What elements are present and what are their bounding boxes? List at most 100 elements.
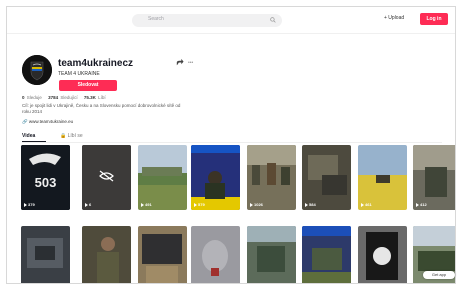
view-count: 1024 <box>416 283 429 284</box>
video-thumbnail: 503 <box>21 145 70 210</box>
view-count-value: 1026 <box>254 202 263 207</box>
profile-username: team4ukrainecz <box>58 58 134 69</box>
video-tile[interactable]: 461 <box>358 145 407 210</box>
hidden-video-icon <box>82 145 131 210</box>
login-button[interactable]: Log in <box>420 13 448 25</box>
follow-button[interactable]: Sledovat <box>59 80 117 91</box>
video-thumbnail <box>21 226 70 283</box>
search-icon[interactable] <box>270 17 276 23</box>
profile-stats: 0 Sleduje 3784 Sledující 75.3K Líbí <box>22 95 111 100</box>
video-thumbnail <box>302 145 351 210</box>
svg-text:503: 503 <box>35 175 57 190</box>
view-count-value: 6 <box>89 202 92 207</box>
view-count: 461 <box>361 202 372 207</box>
play-icon <box>194 202 197 207</box>
avatar <box>22 55 52 85</box>
video-tile[interactable]: 1031 <box>21 226 70 284</box>
top-bar: Search + Upload Log in <box>7 7 455 34</box>
profile-link[interactable]: 🔗 www.team4ukraine.eu <box>22 119 73 125</box>
view-count: 579 <box>194 202 205 207</box>
video-tile[interactable]: 503 379 <box>21 145 70 210</box>
video-thumbnail <box>413 145 455 210</box>
video-thumbnail <box>191 226 240 283</box>
view-count: 584 <box>305 202 316 207</box>
video-tile[interactable]: 579 <box>191 145 240 210</box>
view-count: 1026 <box>305 283 318 284</box>
following-count: 0 <box>22 95 25 100</box>
tab-liked-label: Líbí se <box>67 133 83 139</box>
video-tile[interactable]: 512 <box>191 226 240 284</box>
get-app-button[interactable]: Get app <box>423 271 455 279</box>
view-count: 1098 <box>250 283 263 284</box>
video-thumbnail <box>358 145 407 210</box>
view-count-value: 1026 <box>309 283 318 284</box>
browser-frame: Search + Upload Log in team4ukrainecz ••… <box>6 6 456 284</box>
view-count-value: 379 <box>28 202 35 207</box>
video-thumbnail <box>138 226 187 283</box>
view-count: 412 <box>416 202 427 207</box>
video-tile[interactable]: 1026 <box>302 226 351 284</box>
view-count: 993 <box>85 283 96 284</box>
view-count: 379 <box>24 202 35 207</box>
video-thumbnail <box>191 145 240 210</box>
lock-icon: 🔒 <box>60 133 68 139</box>
view-count: 491 <box>141 202 152 207</box>
view-count-value: 1098 <box>254 283 263 284</box>
view-count-value: 491 <box>145 202 152 207</box>
video-thumbnail <box>138 145 187 210</box>
tab-liked[interactable]: 🔒 Líbí se <box>60 133 100 139</box>
video-tile[interactable]: 1001 <box>358 226 407 284</box>
video-tile[interactable]: 584 <box>302 145 351 210</box>
video-tile[interactable]: 6 <box>82 145 131 210</box>
video-tile[interactable]: 682 <box>138 226 187 284</box>
play-icon <box>305 202 308 207</box>
upload-button[interactable]: + Upload <box>384 15 404 21</box>
search-input[interactable]: Search <box>132 14 282 27</box>
team4ukraine-logo <box>22 55 52 85</box>
more-options-icon[interactable]: ••• <box>188 60 193 66</box>
profile-bio: Cíl: je spojit lidi v Ukrajině, Česku a … <box>22 103 181 114</box>
profile-link-text[interactable]: www.team4ukraine.eu <box>29 119 73 124</box>
likes-count: 75.3K <box>83 95 96 100</box>
play-icon <box>361 202 364 207</box>
play-icon <box>416 202 419 207</box>
view-count-value: 1031 <box>28 283 37 284</box>
profile-subtitle: TEAM 4 UKRAINE <box>58 71 100 77</box>
view-count-value: 1024 <box>420 283 429 284</box>
view-count-value: 584 <box>309 202 316 207</box>
view-count-value: 1001 <box>365 283 374 284</box>
followers-count: 3784 <box>48 95 59 100</box>
tab-divider <box>22 142 442 143</box>
share-icon[interactable] <box>175 58 184 67</box>
following-label[interactable]: Sleduje <box>27 95 42 100</box>
video-tile[interactable]: 491 <box>138 145 187 210</box>
view-count: 6 <box>85 202 91 207</box>
video-thumbnail <box>247 226 296 283</box>
video-thumbnail <box>358 226 407 283</box>
play-icon <box>141 202 144 207</box>
video-tile[interactable]: 993 <box>82 226 131 284</box>
view-count: 1001 <box>361 283 374 284</box>
view-count: 512 <box>194 283 205 284</box>
followers-label[interactable]: Sledující <box>60 95 77 100</box>
play-icon <box>85 202 88 207</box>
view-count: 1031 <box>24 283 37 284</box>
view-count: 682 <box>141 283 152 284</box>
view-count-value: 412 <box>420 202 427 207</box>
search-placeholder: Search <box>148 16 164 22</box>
view-count: 1026 <box>250 202 263 207</box>
video-thumbnail <box>247 145 296 210</box>
view-count-value: 682 <box>145 283 152 284</box>
video-tile[interactable]: 1098 <box>247 226 296 284</box>
video-tile[interactable]: 1026 <box>247 145 296 210</box>
view-count-value: 461 <box>365 202 372 207</box>
link-icon: 🔗 <box>22 119 29 124</box>
play-icon <box>24 202 27 207</box>
video-thumbnail <box>82 226 131 283</box>
view-count-value: 993 <box>89 283 96 284</box>
tab-videos[interactable]: Videa <box>22 133 44 139</box>
view-count-value: 512 <box>198 283 205 284</box>
likes-label: Líbí <box>98 95 106 100</box>
play-icon <box>250 202 253 207</box>
video-tile[interactable]: 412 <box>413 145 455 210</box>
